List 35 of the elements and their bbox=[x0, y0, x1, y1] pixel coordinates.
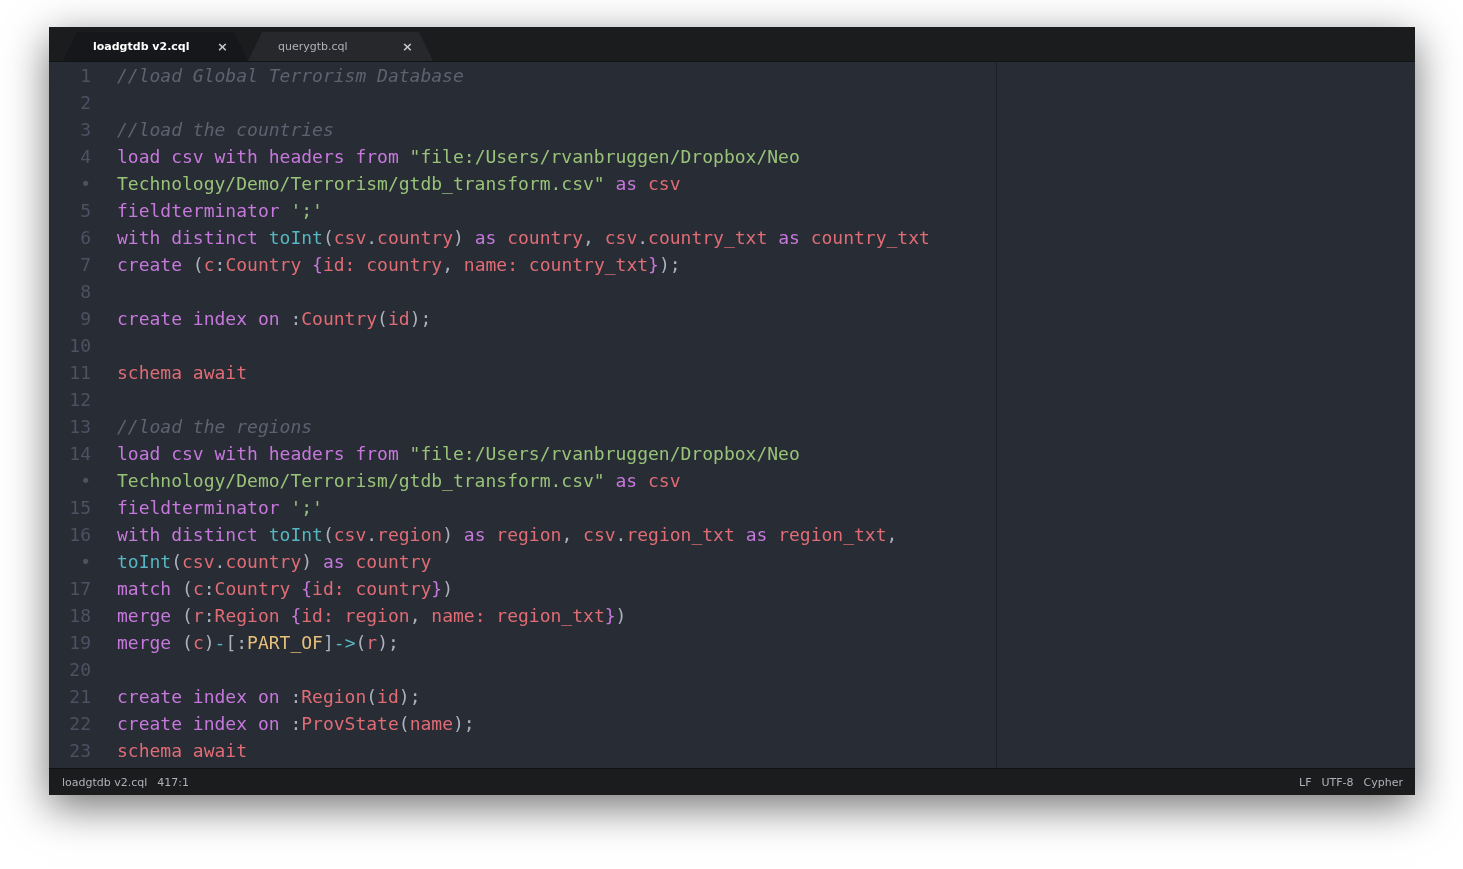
code-line: fieldterminator ';' bbox=[117, 497, 323, 518]
code-line: Technology/Demo/Terrorism/gtdb_transform.csv" as csv bbox=[117, 173, 681, 194]
file-tab[interactable]: querygtb.cql × bbox=[248, 32, 433, 61]
file-tab[interactable]: loadgtdb v2.cql × bbox=[63, 32, 248, 61]
code-line: toInt(csv.country) as country bbox=[117, 551, 432, 572]
code-line: merge (c)-[:PART_OF]->(r); bbox=[117, 632, 399, 653]
close-icon[interactable]: × bbox=[402, 39, 413, 54]
code-line: create index on :Country(id); bbox=[117, 308, 432, 329]
tab-label: loadgtdb v2.cql bbox=[93, 40, 191, 53]
tab-label: querygtb.cql bbox=[278, 40, 349, 53]
code-line: match (c:Country {id: country}) bbox=[117, 578, 453, 599]
syntax-mode[interactable]: Cypher bbox=[1363, 775, 1403, 789]
code-line: //load Global Terrorism Database bbox=[117, 65, 464, 86]
code-line: create index on :ProvState(name); bbox=[117, 713, 475, 734]
code-line: schema await bbox=[117, 362, 248, 383]
code-line: with distinct toInt(csv.region) as region, csv.region_txt as region_txt, bbox=[117, 524, 898, 545]
code-line: schema await bbox=[117, 740, 248, 761]
code-line: //load the regions bbox=[117, 416, 313, 437]
encoding[interactable]: UTF-8 bbox=[1321, 775, 1354, 789]
code-line: with distinct toInt(csv.country) as country, csv.country_txt as country_txt bbox=[117, 227, 930, 248]
code-line: //load the countries bbox=[117, 119, 334, 140]
code-line: Technology/Demo/Terrorism/gtdb_transform.csv" as csv bbox=[117, 470, 681, 491]
code-line: create index on :Region(id); bbox=[117, 686, 421, 707]
code-line: create (c:Country {id: country, name: country_txt}); bbox=[117, 254, 681, 275]
code-line: load csv with headers from "file:/Users/rvanbruggen/Dropbox/Neo bbox=[117, 146, 800, 167]
line-number: • bbox=[79, 173, 91, 194]
code-line: load csv with headers from "file:/Users/rvanbruggen/Dropbox/Neo bbox=[117, 443, 800, 464]
cursor-position: 417:1 bbox=[157, 775, 190, 789]
status-file-name: loadgtdb v2.cql bbox=[62, 775, 148, 789]
line-number: • bbox=[79, 551, 91, 572]
code-line: merge (r:Region {id: region, name: region_txt}) bbox=[117, 605, 627, 626]
line-ending[interactable]: LF bbox=[1299, 775, 1312, 789]
line-number: • bbox=[79, 470, 91, 491]
close-icon[interactable]: × bbox=[217, 39, 228, 54]
code-line: fieldterminator ';' bbox=[117, 200, 323, 221]
